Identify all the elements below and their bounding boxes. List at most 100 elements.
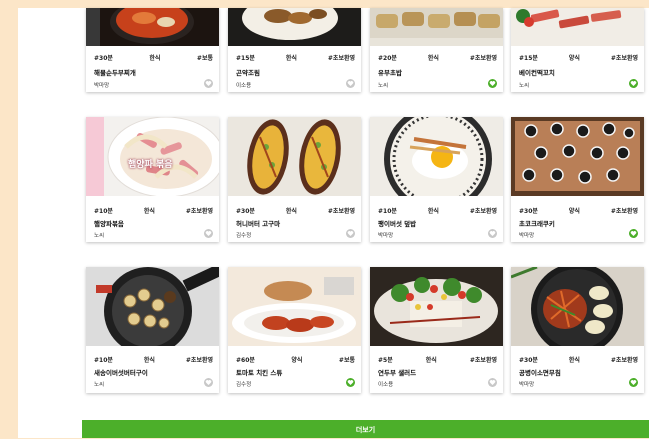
cuisine: 양식 [568, 55, 580, 62]
recipe-card[interactable]: #15분 한식 #초보환영 곤약조림 이소용 [228, 8, 361, 92]
cuisine: 양식 [291, 357, 303, 364]
recipe-card[interactable]: #5분 한식 #초보환영 연두부 샐러드 이소용 [370, 267, 503, 393]
recipe-thumbnail [228, 117, 361, 196]
cuisine: 한식 [143, 208, 155, 215]
recipe-author: 박마망 [519, 233, 535, 239]
recipe-thumbnail [370, 117, 503, 196]
recipe-author: 노씨 [378, 83, 389, 89]
cook-time: #10분 [378, 208, 397, 215]
recipe-title: 햄양파볶음 [94, 220, 124, 228]
recipe-thumbnail [511, 8, 644, 46]
difficulty: #보통 [338, 357, 355, 364]
difficulty: #초보환영 [469, 357, 497, 364]
cuisine: 한식 [143, 357, 155, 364]
like-icon[interactable] [488, 229, 497, 238]
recipe-meta: #30분 한식 #보통 [94, 53, 213, 62]
difficulty: #초보환영 [610, 55, 638, 62]
recipe-thumbnail [511, 267, 644, 346]
cook-time: #30분 [236, 208, 255, 215]
cook-time: #5분 [378, 357, 393, 364]
recipe-meta: #15분 한식 #초보환영 [236, 53, 355, 62]
recipe-title: 토마토 치킨 스튜 [236, 369, 283, 377]
cook-time: #30분 [94, 55, 113, 62]
recipe-title: 팽이버섯 덮밥 [378, 220, 417, 228]
like-icon[interactable] [629, 229, 638, 238]
recipe-author: 노씨 [519, 83, 530, 89]
cuisine: 한식 [568, 357, 580, 364]
cuisine: 한식 [285, 208, 297, 215]
recipe-card[interactable]: #30분 한식 #초보환영 허니버터 고구마 김수정 [228, 117, 361, 242]
recipe-card[interactable]: #30분 양식 #초보환영 초코크래쿠키 박마망 [511, 117, 644, 242]
difficulty: #초보환영 [327, 55, 355, 62]
recipe-meta: #20분 한식 #초보환영 [378, 53, 497, 62]
cook-time: #10분 [94, 208, 113, 215]
recipe-author: 노씨 [94, 233, 105, 239]
like-icon[interactable] [488, 79, 497, 88]
cook-time: #30분 [519, 208, 538, 215]
cuisine: 한식 [285, 55, 297, 62]
cuisine: 한식 [149, 55, 161, 62]
like-icon[interactable] [629, 378, 638, 387]
cook-time: #20분 [378, 55, 397, 62]
recipe-meta: #10분 한식 #초보환영 [94, 355, 213, 364]
recipe-author: 노씨 [94, 382, 105, 388]
difficulty: #초보환영 [469, 208, 497, 215]
recipe-card[interactable]: #20분 한식 #초보환영 유부초밥 노씨 [370, 8, 503, 92]
like-icon[interactable] [346, 79, 355, 88]
recipe-author: 박마망 [94, 83, 110, 89]
like-icon[interactable] [346, 229, 355, 238]
cuisine: 한식 [425, 357, 437, 364]
recipe-card[interactable]: #60분 양식 #보통 토마토 치킨 스튜 김수정 [228, 267, 361, 393]
recipe-meta: #30분 한식 #초보환영 [519, 355, 638, 364]
recipe-title: 초코크래쿠키 [519, 220, 555, 228]
difficulty: #초보환영 [610, 208, 638, 215]
cook-time: #30분 [519, 357, 538, 364]
cuisine: 양식 [568, 208, 580, 215]
top-margin [18, 0, 649, 8]
like-icon[interactable] [204, 229, 213, 238]
like-icon[interactable] [204, 79, 213, 88]
recipe-card[interactable]: #10분 한식 #초보환영 새송이버섯버터구이 노씨 [86, 267, 219, 393]
like-icon[interactable] [204, 378, 213, 387]
recipe-title: 해물순두부찌개 [94, 69, 136, 77]
recipe-meta: #15분 양식 #초보환영 [519, 53, 638, 62]
like-icon[interactable] [488, 378, 497, 387]
cook-time: #15분 [236, 55, 255, 62]
recipe-thumbnail [370, 8, 503, 46]
recipe-title: 곤약조림 [236, 69, 260, 77]
recipe-meta: #5분 한식 #초보환영 [378, 355, 497, 364]
recipe-thumbnail [228, 267, 361, 346]
cuisine: 한식 [427, 208, 439, 215]
recipe-thumbnail [370, 267, 503, 346]
recipe-title: 허니버터 고구마 [236, 220, 281, 228]
recipe-author: 이소용 [236, 83, 252, 89]
recipe-title: 베이컨떡꼬치 [519, 69, 555, 77]
recipe-card[interactable]: 햄양파 볶음 #10분 한식 #초보환영 햄양파볶음 노씨 [86, 117, 219, 242]
like-icon[interactable] [629, 79, 638, 88]
recipe-card[interactable]: #10분 한식 #초보환영 팽이버섯 덮밥 박마망 [370, 117, 503, 242]
cook-time: #15분 [519, 55, 538, 62]
left-margin [0, 0, 18, 438]
load-more-button[interactable]: 더보기 [82, 420, 649, 438]
recipe-title: 유부초밥 [378, 69, 402, 77]
difficulty: #초보환영 [185, 357, 213, 364]
recipe-title: 공병이소면무침 [519, 369, 561, 377]
recipe-title: 새송이버섯버터구이 [94, 369, 148, 377]
recipe-thumbnail: 햄양파 볶음 [86, 117, 219, 196]
recipe-author: 김수정 [236, 233, 252, 239]
recipe-author: 김수정 [236, 382, 252, 388]
recipe-title: 연두부 샐러드 [378, 369, 417, 377]
thumbnail-caption: 햄양파 볶음 [128, 160, 173, 170]
cuisine: 한식 [427, 55, 439, 62]
recipe-author: 박마망 [378, 233, 394, 239]
recipe-card[interactable]: #15분 양식 #초보환영 베이컨떡꼬치 노씨 [511, 8, 644, 92]
recipe-thumbnail [86, 267, 219, 346]
recipe-card[interactable]: #30분 한식 #보통 해물순두부찌개 박마망 [86, 8, 219, 92]
recipe-meta: #30분 양식 #초보환영 [519, 206, 638, 215]
difficulty: #초보환영 [185, 208, 213, 215]
like-icon[interactable] [346, 378, 355, 387]
difficulty: #초보환영 [469, 55, 497, 62]
recipe-thumbnail [511, 117, 644, 196]
recipe-card[interactable]: #30분 한식 #초보환영 공병이소면무침 박마망 [511, 267, 644, 393]
recipe-meta: #60분 양식 #보통 [236, 355, 355, 364]
